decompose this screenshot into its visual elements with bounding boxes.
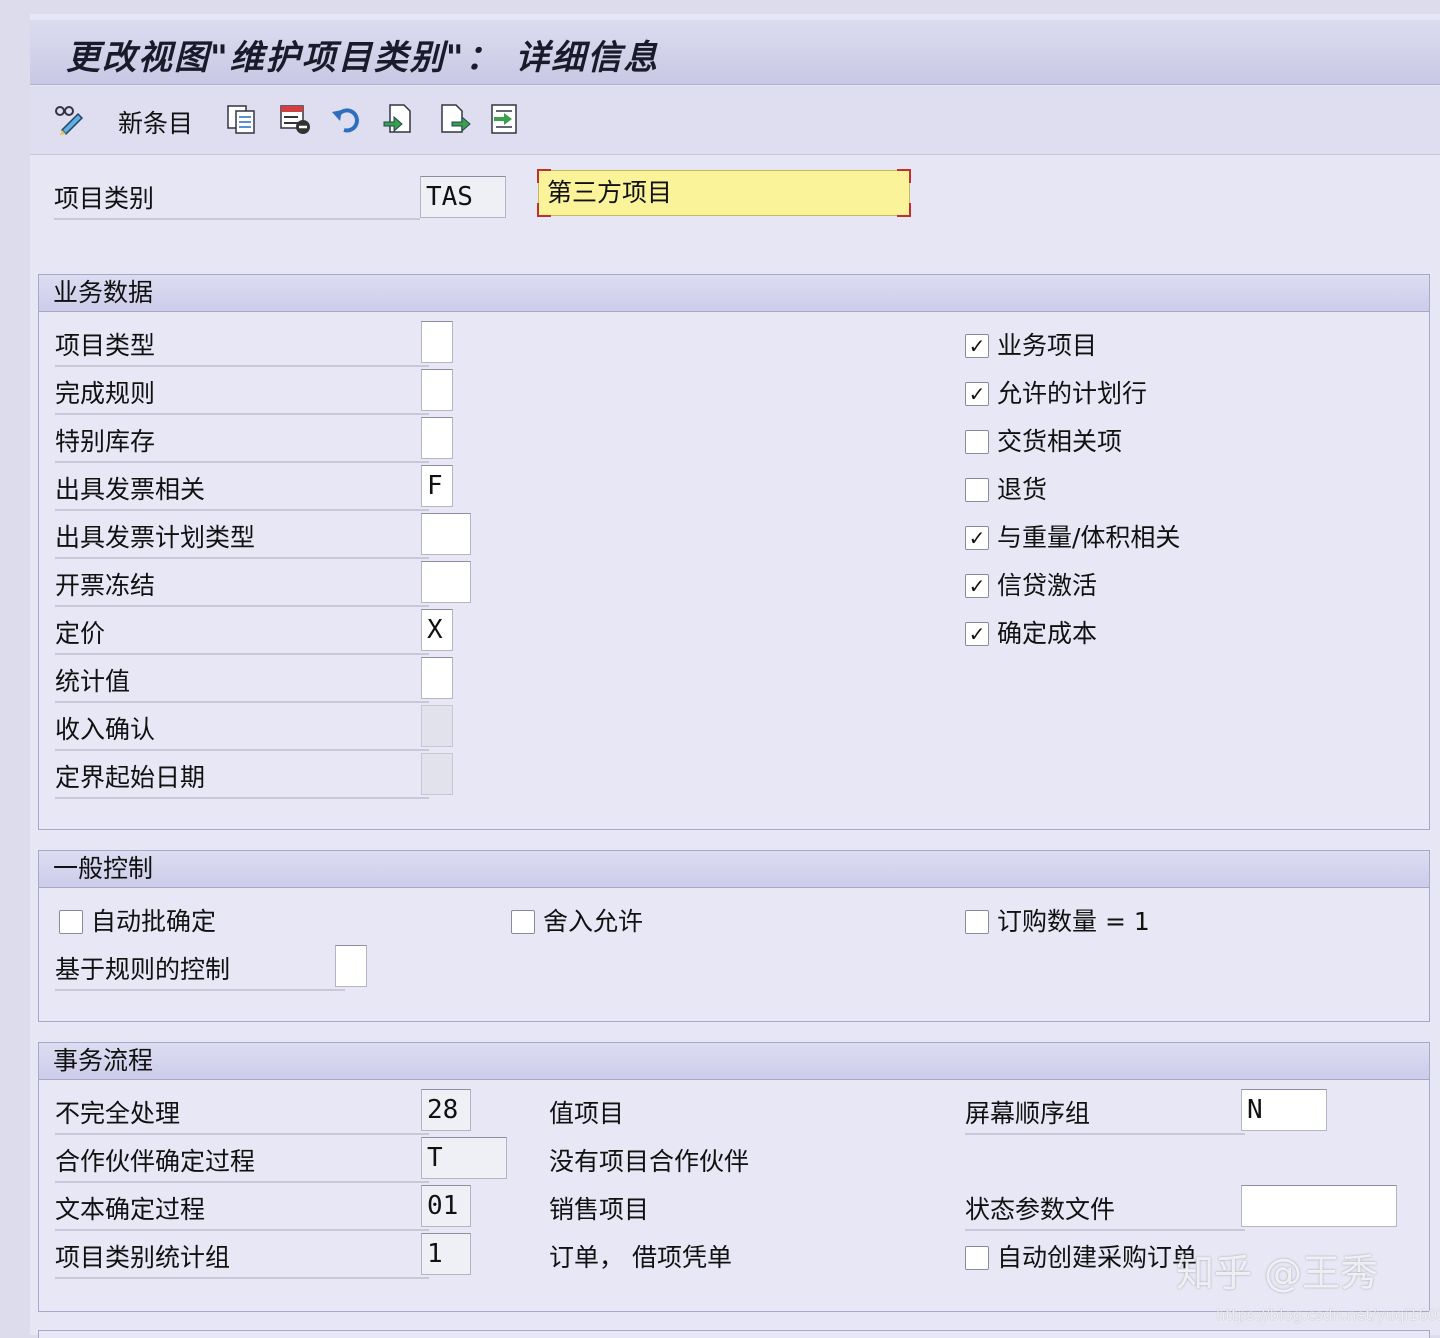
determine-cost-label: 确定成本 [997,619,1098,648]
accrual-start-date-label: 定界起始日期 [55,757,429,799]
new-entries-button[interactable]: 新条目 [118,104,193,140]
determine-cost-checkbox[interactable]: ✓ 确定成本 [965,617,1097,651]
screen-sequence-group-field[interactable]: N [1241,1089,1327,1131]
watermark: 知乎 @王秀 [1176,1251,1379,1295]
returns-checkbox[interactable]: 退货 [965,473,1047,507]
weight-volume-relevant-label: 与重量/体积相关 [997,523,1181,552]
auto-batch-determination-label: 自动批确定 [91,907,217,936]
item-category-description[interactable]: 第三方项目 [537,169,911,217]
weight-volume-relevant-check[interactable]: ✓ [965,526,989,550]
delete-icon[interactable] [278,102,312,136]
text-procedure-desc: 销售项目 [549,1195,650,1224]
next-entry-icon[interactable] [438,102,472,136]
incompletion-procedure-field[interactable]: 28 [421,1089,471,1131]
item-cat-stat-group-label: 项目类别统计组 [55,1237,429,1279]
credit-active-checkbox[interactable]: ✓ 信贷激活 [965,569,1097,603]
order-qty-one-checkbox[interactable]: 订购数量 = 1 [965,905,1150,939]
auto-create-po-checkbox[interactable]: 自动创建采购订单 [965,1241,1197,1275]
text-procedure-field[interactable]: 01 [421,1185,471,1227]
rule-based-control-field[interactable] [335,945,367,987]
toolbar: 新条目 [30,86,1440,155]
auto-batch-determination-checkbox[interactable]: 自动批确定 [59,905,216,939]
returns-check[interactable] [965,478,989,502]
auto-create-po-check[interactable] [965,1246,989,1270]
general-control-title: 一般控制 [39,851,1429,888]
rounding-permitted-checkbox[interactable]: 舍入允许 [511,905,643,939]
copy-icon[interactable] [224,102,258,136]
delivery-relevant-label: 交货相关项 [997,427,1123,456]
determine-cost-check[interactable]: ✓ [965,622,989,646]
statistical-value-field[interactable] [421,657,453,699]
billing-relevance-field[interactable]: F [421,465,453,507]
auto-batch-determination-check[interactable] [59,910,83,934]
revenue-recognition-field[interactable] [421,705,453,747]
screen-sequence-group-label: 屏幕顺序组 [965,1093,1245,1135]
transport-icon[interactable] [488,102,522,136]
special-stock-field[interactable] [421,417,453,459]
pricing-field[interactable]: X [421,609,453,651]
item-cat-stat-group-desc: 订单， 借项凭单 [549,1243,732,1272]
item-type-field[interactable] [421,321,453,363]
business-data-title: 业务数据 [39,275,1429,312]
status-profile-label: 状态参数文件 [965,1189,1245,1231]
watermark-url: https://blog.csdn.net/yuqi1602 [1216,1306,1440,1324]
pricing-label: 定价 [55,613,429,655]
title-bar: 更改视图"维护项目类别"： 详细信息 [30,20,1440,85]
item-cat-stat-group-field[interactable]: 1 [421,1233,471,1275]
credit-active-label: 信贷激活 [997,571,1098,600]
text-procedure-label: 文本确定过程 [55,1189,429,1231]
rounding-permitted-check[interactable] [511,910,535,934]
partner-procedure-label: 合作伙伴确定过程 [55,1141,429,1183]
delivery-relevant-checkbox[interactable]: 交货相关项 [965,425,1122,459]
item-category-row: 项目类别 TAS 第三方项目 [30,169,1440,230]
business-item-checkbox[interactable]: ✓ 业务项目 [965,329,1097,363]
billing-block-label: 开票冻结 [55,565,429,607]
delivery-relevant-check[interactable] [965,430,989,454]
transaction-flow-title: 事务流程 [39,1043,1429,1080]
returns-label: 退货 [997,475,1048,504]
incompletion-procedure-desc: 值项目 [549,1099,625,1128]
status-profile-field[interactable] [1241,1185,1397,1227]
item-type-label: 项目类型 [55,325,429,367]
general-control-group: 一般控制 自动批确定 舍入允许 订购数量 = 1 基于规则的控制 [38,850,1430,1022]
item-category-description-text: 第三方项目 [547,178,673,207]
rule-based-control-label: 基于规则的控制 [55,949,345,991]
next-group-edge [38,1330,1430,1338]
display-change-icon[interactable] [52,102,86,136]
accrual-start-date-field[interactable] [421,753,453,795]
sap-window: 更改视图"维护项目类别"： 详细信息 新条目 项目类别 TAS 第三方项目 业务… [30,14,1440,1338]
incompletion-procedure-label: 不完全处理 [55,1093,429,1135]
auto-create-po-label: 自动创建采购订单 [997,1243,1198,1272]
weight-volume-relevant-checkbox[interactable]: ✓ 与重量/体积相关 [965,521,1180,555]
billing-plan-type-field[interactable] [421,513,471,555]
undo-icon[interactable] [330,102,364,136]
schedule-lines-allowed-checkbox[interactable]: ✓ 允许的计划行 [965,377,1147,411]
business-item-label: 业务项目 [997,331,1098,360]
completion-rule-label: 完成规则 [55,373,429,415]
billing-relevance-label: 出具发票相关 [55,469,429,511]
order-qty-one-label: 订购数量 = 1 [997,907,1150,936]
order-qty-one-check[interactable] [965,910,989,934]
billing-plan-type-label: 出具发票计划类型 [55,517,429,559]
item-category-label: 项目类别 [54,178,420,220]
select-all-icon[interactable] [382,102,416,136]
partner-procedure-field[interactable]: T [421,1137,507,1179]
business-item-check[interactable]: ✓ [965,334,989,358]
credit-active-check[interactable]: ✓ [965,574,989,598]
partner-procedure-desc: 没有项目合作伙伴 [549,1147,750,1176]
business-data-group: 业务数据 项目类型 完成规则 特别库存 出具发票相关 F 出具发票计划类型 开票… [38,274,1430,830]
page-title: 更改视图"维护项目类别"： 详细信息 [66,38,660,78]
special-stock-label: 特别库存 [55,421,429,463]
revenue-recognition-label: 收入确认 [55,709,429,751]
rounding-permitted-label: 舍入允许 [543,907,644,936]
schedule-lines-allowed-check[interactable]: ✓ [965,382,989,406]
completion-rule-field[interactable] [421,369,453,411]
item-category-field[interactable]: TAS [420,176,506,218]
schedule-lines-allowed-label: 允许的计划行 [997,379,1148,408]
billing-block-field[interactable] [421,561,471,603]
statistical-value-label: 统计值 [55,661,429,703]
